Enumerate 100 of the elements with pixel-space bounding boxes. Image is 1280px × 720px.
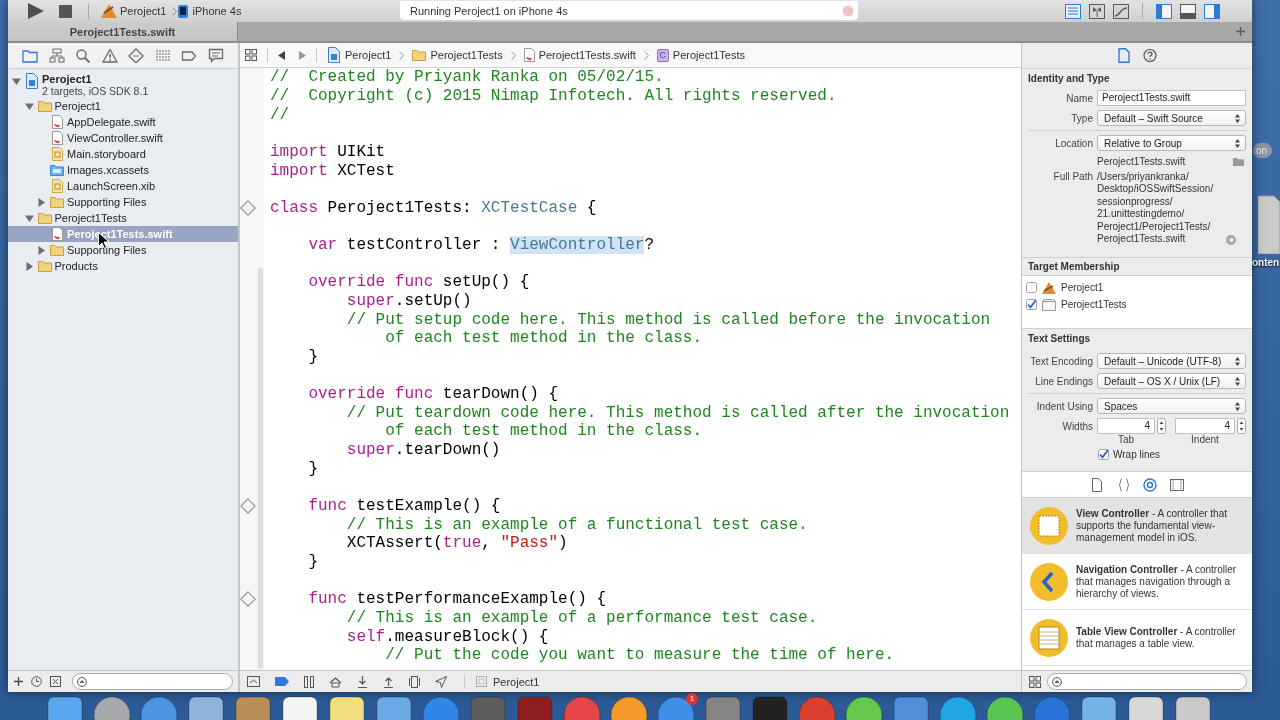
grid-view-icon[interactable]	[1029, 675, 1041, 688]
indent-width-stepper[interactable]	[1237, 418, 1246, 434]
version-editor-icon[interactable]	[1113, 3, 1129, 19]
location-arrow-icon[interactable]	[435, 675, 447, 688]
layers-icon[interactable]	[409, 675, 420, 688]
reveal-arrow-icon[interactable]	[1226, 235, 1236, 246]
report-navigator-icon[interactable]	[207, 48, 224, 63]
desktop-icon-label[interactable]: onten	[1252, 257, 1280, 268]
debug-target-button[interactable]: Peroject1	[476, 675, 540, 688]
test-navigator-icon[interactable]	[128, 48, 144, 63]
breadcrumb-item[interactable]: Peroject1Tests.swift	[523, 48, 636, 62]
project-navigator-icon[interactable]	[22, 48, 38, 63]
dock-app-icon[interactable]	[1079, 694, 1119, 720]
target-frame-icon	[476, 676, 487, 687]
scheme-button[interactable]: Peroject1	[101, 4, 167, 18]
dock-app-icon[interactable]	[1126, 694, 1166, 720]
assistant-editor-icon[interactable]	[1089, 3, 1105, 19]
navigator-toggle-icon[interactable]	[1156, 3, 1172, 19]
code-line: // Created by Priyank Ranka on 05/02/15.	[270, 68, 664, 87]
dock-app-icon[interactable]	[985, 694, 1025, 720]
standard-editor-icon[interactable]	[1065, 3, 1081, 19]
navigator-item[interactable]: LaunchScreen.xib	[8, 178, 238, 194]
pause-icon[interactable]	[304, 675, 314, 688]
library-item[interactable]: Navigation Controller - A controller that manages navigation through a hierarchy of views.	[1022, 554, 1252, 610]
utilities-toggle-icon[interactable]	[1204, 3, 1220, 19]
dock-app-icon[interactable]	[280, 694, 320, 720]
destination-button[interactable]: iPhone 4s	[177, 4, 242, 18]
dock-app-icon[interactable]	[1173, 694, 1213, 720]
indent-using-popup[interactable]: Spaces	[1097, 398, 1246, 414]
checkbox[interactable]	[1026, 282, 1037, 293]
debug-area-toggle-icon[interactable]	[1180, 3, 1196, 19]
related-items-icon[interactable]	[245, 49, 257, 61]
navigator-item[interactable]: Peroject1 2 targets, iOS SDK 8.1	[8, 70, 238, 98]
disclosure-triangle-icon[interactable]	[37, 197, 46, 207]
navigator-item[interactable]: Supporting Files	[8, 242, 238, 258]
dock-app-icon[interactable]	[844, 694, 884, 720]
clock-icon[interactable]	[31, 676, 42, 687]
editor-tab[interactable]: Peroject1Tests.swift	[8, 22, 238, 41]
back-arrow-icon[interactable]	[278, 50, 285, 60]
braces-icon[interactable]	[1116, 477, 1131, 492]
dock-app-icon[interactable]	[45, 694, 85, 720]
navigator-item[interactable]: Supporting Files	[8, 194, 238, 210]
library-item[interactable]: Table View Controller - A controller that manages a table view.	[1022, 610, 1252, 666]
library-item[interactable]: View Controller - A controller that supports the fundamental view-management model in iOS.	[1022, 498, 1252, 554]
navigator-item[interactable]: ViewController.swift	[8, 130, 238, 146]
forward-arrow-icon[interactable]	[299, 50, 306, 60]
navigator-item[interactable]: Peroject1Tests	[8, 210, 238, 226]
text-encoding-popup[interactable]: Default – Unicode (UTF-8)	[1097, 353, 1246, 369]
dock-app-icon[interactable]	[92, 694, 132, 720]
symbol-navigator-icon[interactable]	[48, 48, 65, 63]
code-line: override func setUp() {	[307, 273, 530, 292]
run-icon[interactable]	[27, 3, 45, 19]
step-into-icon[interactable]	[357, 675, 368, 688]
breakpoint-navigator-icon[interactable]	[181, 48, 197, 63]
dock-app-icon[interactable]	[374, 694, 414, 720]
breadcrumb-item[interactable]: Peroject1Tests	[412, 49, 503, 61]
step-out-icon[interactable]	[383, 675, 394, 688]
filter-field[interactable]	[72, 673, 233, 690]
stop-icon[interactable]	[59, 4, 72, 18]
boxed-x-icon[interactable]	[50, 676, 61, 687]
disclosure-triangle-icon[interactable]	[24, 261, 34, 271]
line-endings-popup[interactable]: Default – OS X / Unix (LF)	[1097, 373, 1246, 389]
object-library-icon[interactable]	[1143, 477, 1158, 492]
disclosure-triangle-icon[interactable]	[24, 213, 34, 223]
type-popup[interactable]: Default – Swift Source	[1097, 110, 1246, 126]
find-navigator-icon[interactable]	[75, 48, 91, 63]
navigator-item[interactable]: Images.xcassets	[8, 162, 238, 178]
tab-width-stepper[interactable]	[1157, 418, 1166, 434]
field-label: Type	[1070, 112, 1093, 124]
library-item-description: View Controller - A controller that supports the fundamental view-management model in iOS.	[1076, 507, 1228, 544]
breakpoint-tag-icon[interactable]	[275, 677, 289, 686]
add-icon[interactable]	[14, 677, 23, 686]
name-field[interactable]: Peroject1Tests.swift	[1097, 90, 1246, 106]
media-library-icon[interactable]	[1169, 477, 1184, 492]
navigator-item[interactable]: AppDelegate.swift	[8, 114, 238, 130]
location-popup[interactable]: Relative to Group	[1097, 135, 1246, 151]
help-icon[interactable]	[1143, 48, 1157, 63]
issue-navigator-icon[interactable]	[101, 48, 118, 63]
add-tab-icon[interactable]	[1236, 27, 1245, 36]
file-template-icon[interactable]	[1090, 477, 1105, 492]
checkbox[interactable]	[1098, 449, 1109, 460]
dock-app-icon[interactable]	[327, 694, 367, 720]
folder-icon[interactable]	[1233, 156, 1244, 166]
navigator-item[interactable]: Products	[8, 258, 238, 274]
file-inspector-icon[interactable]	[1117, 48, 1131, 63]
disclosure-triangle-icon[interactable]	[24, 101, 34, 111]
navigator-item[interactable]: Peroject1	[8, 98, 238, 114]
dock-app-icon[interactable]	[186, 694, 226, 720]
console-panel-icon[interactable]	[247, 676, 260, 687]
tab-width-field[interactable]: 4	[1097, 418, 1155, 434]
filter-field[interactable]	[1047, 673, 1247, 690]
checkbox[interactable]	[1026, 299, 1037, 310]
breadcrumb-item[interactable]: C Peroject1Tests	[656, 48, 745, 62]
disclosure-triangle-icon[interactable]	[12, 77, 21, 86]
breadcrumb-item[interactable]: Peroject1	[327, 47, 392, 63]
dock-app-icon[interactable]	[609, 694, 649, 720]
indent-width-field[interactable]: 4	[1175, 418, 1235, 434]
disclosure-triangle-icon[interactable]	[37, 245, 46, 255]
step-over-icon[interactable]	[329, 675, 342, 688]
navigator-item[interactable]: Main.storyboard	[8, 146, 238, 162]
